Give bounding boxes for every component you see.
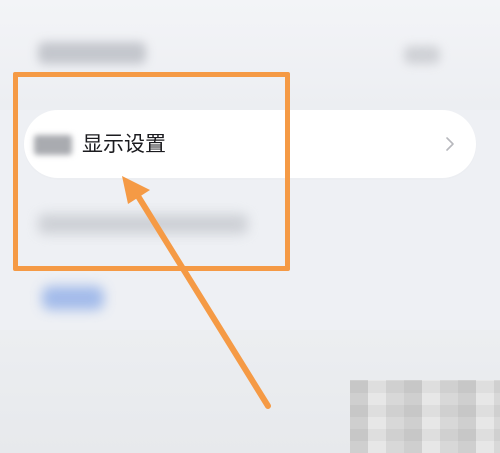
pixelated-watermark bbox=[350, 380, 500, 453]
chevron-right-icon bbox=[446, 137, 454, 151]
blurred-header-action bbox=[404, 46, 440, 64]
blurred-description bbox=[38, 214, 248, 234]
blurred-header-title bbox=[38, 42, 146, 64]
display-settings-label: 显示设置 bbox=[82, 132, 166, 156]
blurred-blue-chip bbox=[42, 286, 104, 310]
display-settings-row[interactable]: 显示设置 bbox=[24, 110, 476, 178]
redacted-label-prefix bbox=[34, 135, 72, 155]
